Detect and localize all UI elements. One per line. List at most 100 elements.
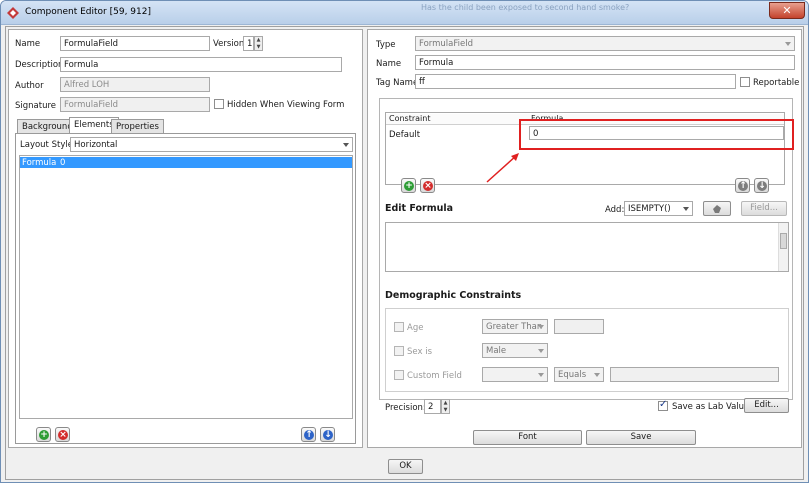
- layout-style-select[interactable]: Horizontal: [70, 137, 353, 152]
- chevron-down-icon: [594, 373, 600, 377]
- tab-properties[interactable]: Properties: [111, 119, 164, 133]
- description-label: Description: [15, 60, 64, 70]
- precision-stepper[interactable]: ▲ ▼: [441, 399, 450, 414]
- sex-value: Male: [486, 346, 507, 356]
- author-field: Alfred LOH: [60, 77, 210, 92]
- arrow-down-icon: ↓: [323, 430, 333, 440]
- window-title: Component Editor [59, 912]: [25, 7, 151, 17]
- ok-button[interactable]: OK: [388, 459, 423, 474]
- type-label: Type: [376, 40, 396, 50]
- dialog-client-area: Name FormulaField Version 1 ▲ ▼ Descripti…: [5, 26, 804, 480]
- plus-icon: +: [39, 430, 49, 440]
- formula-editor-scrollbar[interactable]: [778, 223, 788, 271]
- chevron-down-icon: [538, 373, 544, 377]
- sex-select[interactable]: Male: [482, 343, 548, 358]
- elements-list[interactable]: Formula 0: [19, 155, 353, 419]
- arrow-up-icon: ↑: [304, 430, 314, 440]
- chevron-down-icon: [683, 207, 689, 211]
- annotation-arrow: [486, 153, 519, 183]
- list-item[interactable]: Formula 0: [20, 157, 352, 168]
- precision-input[interactable]: 2: [424, 399, 441, 414]
- save-button[interactable]: Save: [586, 430, 696, 445]
- description-input[interactable]: Formula: [60, 57, 342, 72]
- arrow-down-icon: ↓: [757, 181, 767, 191]
- hidden-when-viewing-label: Hidden When Viewing Form: [227, 100, 345, 110]
- layout-style-label: Layout Style: [20, 140, 73, 150]
- version-label: Version: [213, 39, 245, 49]
- elements-tab-content: Layout Style Horizontal Formula 0 + × ↑ …: [15, 133, 356, 444]
- remove-element-button[interactable]: ×: [55, 427, 70, 442]
- element-name: Formula: [22, 158, 57, 168]
- add-element-button[interactable]: +: [36, 427, 51, 442]
- remove-icon: ×: [58, 430, 68, 440]
- background-question-text: Has the child been exposed to second han…: [421, 3, 630, 12]
- sex-checkbox[interactable]: [394, 346, 404, 356]
- reportable-label: Reportable: [753, 78, 800, 88]
- custom-field-label: Custom Field: [407, 371, 462, 381]
- stepper-down-icon[interactable]: ▼: [442, 407, 449, 414]
- left-panel: Name FormulaField Version 1 ▲ ▼ Descripti…: [8, 29, 363, 448]
- chevron-down-icon: [343, 143, 349, 147]
- age-label: Age: [407, 323, 424, 333]
- add-label: Add:: [605, 205, 625, 215]
- name-label: Name: [15, 39, 41, 49]
- scroll-thumb[interactable]: [780, 233, 787, 249]
- component-name-input[interactable]: FormulaField: [60, 36, 210, 51]
- age-operator-select[interactable]: Greater Than: [482, 319, 548, 334]
- highlight-box: [519, 119, 794, 150]
- type-value: FormulaField: [419, 39, 473, 49]
- field-button[interactable]: Field...: [741, 201, 787, 216]
- element-value: 0: [60, 158, 66, 168]
- custom-value-input[interactable]: [610, 367, 779, 382]
- add-function-select[interactable]: ISEMPTY(): [624, 201, 693, 216]
- signature-field: FormulaField: [60, 97, 210, 112]
- constraint-up-button[interactable]: ↑: [735, 178, 750, 193]
- custom-field-checkbox[interactable]: [394, 370, 404, 380]
- version-input[interactable]: 1: [243, 36, 254, 51]
- font-button[interactable]: Font: [473, 430, 582, 445]
- add-function-value: ISEMPTY(): [628, 204, 671, 214]
- move-up-button[interactable]: ↑: [301, 427, 316, 442]
- tag-name-input[interactable]: ff: [415, 74, 736, 89]
- close-button[interactable]: ✕: [769, 2, 805, 19]
- insert-function-button[interactable]: [703, 201, 731, 216]
- custom-field-select[interactable]: [482, 367, 548, 382]
- tag-name-label: Tag Name: [376, 78, 419, 88]
- demographic-constraints-heading: Demographic Constraints: [385, 290, 522, 301]
- chevron-down-icon: [538, 325, 544, 329]
- plus-icon: +: [404, 181, 414, 191]
- remove-constraint-button[interactable]: ×: [420, 178, 435, 193]
- version-stepper[interactable]: ▲ ▼: [254, 36, 263, 51]
- app-diamond-icon: [7, 7, 19, 19]
- type-select[interactable]: FormulaField: [415, 36, 795, 51]
- age-checkbox[interactable]: [394, 322, 404, 332]
- field-name-input[interactable]: Formula: [415, 55, 795, 70]
- stepper-down-icon[interactable]: ▼: [255, 44, 262, 51]
- reportable-checkbox[interactable]: [740, 77, 750, 87]
- age-value-input[interactable]: [554, 319, 604, 334]
- title-bar: Component Editor [59, 912] Has the child…: [1, 1, 808, 25]
- constraint-down-button[interactable]: ↓: [754, 178, 769, 193]
- field-name-label: Name: [376, 59, 402, 69]
- author-label: Author: [15, 81, 44, 91]
- move-down-button[interactable]: ↓: [320, 427, 335, 442]
- right-panel: Type FormulaField Name Formula Tag Name …: [367, 29, 802, 448]
- arrow-up-icon: ↑: [738, 181, 748, 191]
- custom-operator-select[interactable]: Equals: [554, 367, 604, 382]
- add-constraint-button[interactable]: +: [401, 178, 416, 193]
- constraint-cell[interactable]: Default: [389, 130, 420, 140]
- edit-formula-heading: Edit Formula: [385, 203, 454, 214]
- formula-editor-textarea[interactable]: [385, 222, 789, 272]
- custom-operator-value: Equals: [558, 370, 587, 380]
- layout-style-value: Horizontal: [74, 140, 118, 150]
- hand-pointer-icon: [713, 205, 721, 213]
- edit-lab-button[interactable]: Edit...: [744, 398, 789, 413]
- hidden-when-viewing-checkbox[interactable]: [214, 99, 224, 109]
- signature-label: Signature: [15, 101, 57, 111]
- save-as-lab-value-checkbox[interactable]: [658, 399, 668, 411]
- constraint-column-header: Constraint: [386, 114, 528, 125]
- component-editor-window: Component Editor [59, 912] Has the child…: [0, 0, 809, 483]
- save-as-lab-value-label: Save as Lab Value: [672, 402, 750, 412]
- chevron-down-icon: [785, 42, 791, 46]
- chevron-down-icon: [538, 349, 544, 353]
